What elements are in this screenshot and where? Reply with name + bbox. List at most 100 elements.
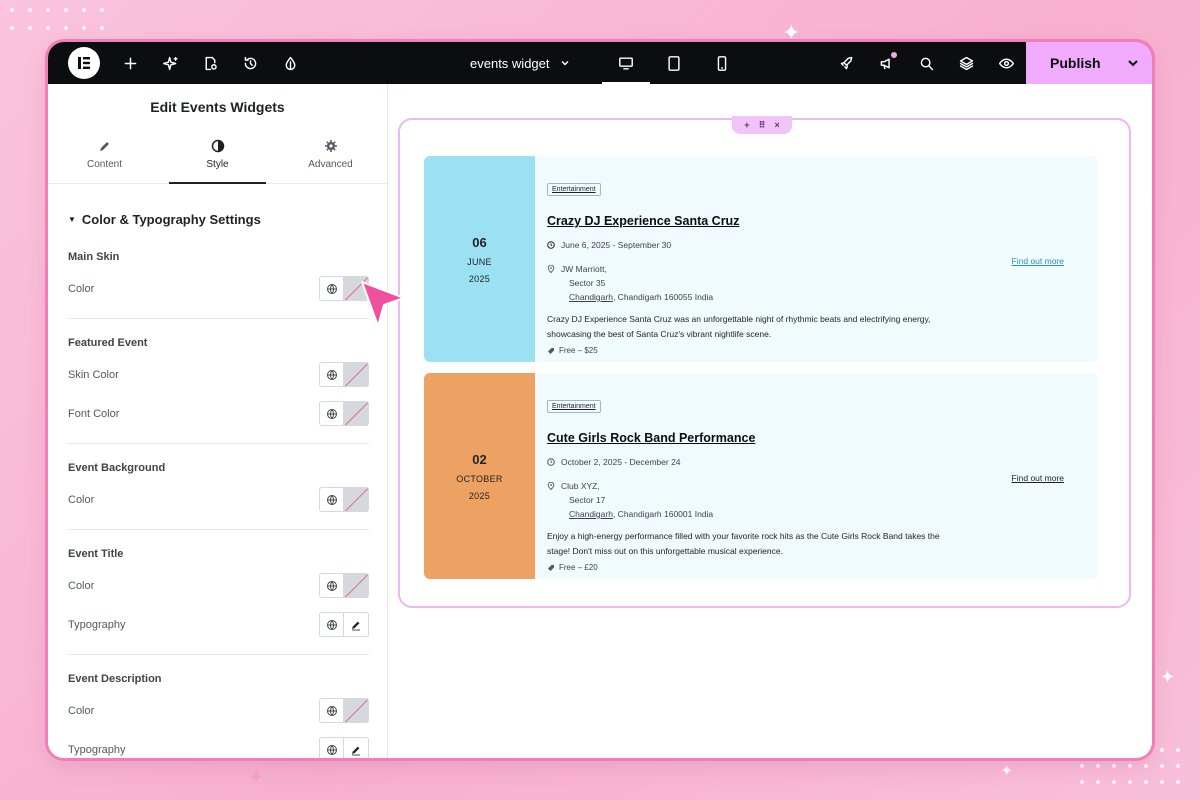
- megaphone-icon[interactable]: [866, 42, 906, 84]
- search-icon[interactable]: [906, 42, 946, 84]
- edit-typography-icon[interactable]: [344, 737, 369, 758]
- event-card[interactable]: 02 OCTOBER 2025 Entertainment Cute Girls…: [424, 373, 1098, 579]
- find-out-more-link[interactable]: Find out more: [1012, 473, 1064, 483]
- plus-icon[interactable]: [110, 42, 150, 84]
- venue-city-link[interactable]: Chandigarh: [569, 292, 613, 302]
- event-body: Entertainment Crazy DJ Experience Santa …: [535, 156, 1098, 362]
- find-out-more-link[interactable]: Find out more: [1012, 256, 1064, 266]
- preview-eye-icon[interactable]: [986, 42, 1026, 84]
- tablet-icon[interactable]: [650, 42, 698, 84]
- section-title: Color & Typography Settings: [81, 212, 261, 227]
- color-picker-swatch[interactable]: [344, 362, 369, 387]
- setting-row: Font Color: [68, 394, 369, 433]
- theme-style-icon[interactable]: [270, 42, 310, 84]
- setting-label: Color: [68, 579, 95, 592]
- setting-label: Typography: [68, 743, 126, 756]
- contrast-icon: [211, 139, 224, 153]
- chevron-down-icon[interactable]: [1126, 56, 1140, 70]
- editor-window: events widget Publish Edit Events Widget…: [48, 42, 1152, 758]
- global-icon[interactable]: [319, 362, 344, 387]
- caret-down-icon: ▼: [68, 215, 76, 224]
- setting-label: Color: [68, 282, 95, 295]
- global-icon[interactable]: [319, 401, 344, 426]
- global-icon[interactable]: [319, 737, 344, 758]
- venue-name: Club XYZ,: [561, 481, 600, 491]
- decorative-dots: [10, 8, 104, 30]
- panel-tabs: Content Style Advanced: [48, 126, 387, 184]
- category-badge[interactable]: Entertainment: [547, 400, 601, 413]
- edit-typography-icon[interactable]: [344, 612, 369, 637]
- global-icon[interactable]: [319, 573, 344, 598]
- price-text: Free – $25: [559, 346, 598, 355]
- group-event-background: Event Background Color: [48, 448, 387, 530]
- cursor-pointer-icon: [361, 281, 405, 327]
- sparkle-icon: ✦: [248, 767, 265, 789]
- setting-label: Skin Color: [68, 368, 119, 381]
- global-icon[interactable]: [319, 276, 344, 301]
- color-picker-swatch[interactable]: [344, 487, 369, 512]
- sparkle-icon: ✦: [1000, 763, 1014, 780]
- location-pin-icon: [547, 265, 555, 273]
- drag-handle-icon[interactable]: ⠿: [758, 120, 765, 131]
- rocket-icon[interactable]: [826, 42, 866, 84]
- setting-label: Typography: [68, 618, 126, 631]
- close-icon[interactable]: ×: [775, 120, 780, 130]
- tab-label: Content: [86, 159, 123, 170]
- layers-icon[interactable]: [946, 42, 986, 84]
- divider: [68, 529, 369, 530]
- setting-row: Color: [68, 269, 369, 308]
- divider: [68, 318, 369, 319]
- tab-label: Advanced: [308, 159, 353, 170]
- group-title: Main Skin: [68, 251, 120, 263]
- venue-street: Sector 35: [569, 278, 606, 288]
- add-element-icon[interactable]: +: [744, 120, 749, 130]
- color-picker-swatch[interactable]: [344, 573, 369, 598]
- tab-content[interactable]: Content: [48, 126, 161, 183]
- top-bar-right: [826, 42, 1026, 84]
- tab-advanced[interactable]: Advanced: [274, 126, 387, 183]
- event-title[interactable]: Crazy DJ Experience Santa Cruz: [547, 214, 1098, 228]
- venue-region: , Chandigarh 160055 India: [612, 292, 714, 302]
- history-icon[interactable]: [230, 42, 270, 84]
- publish-button[interactable]: Publish: [1026, 42, 1152, 84]
- event-title[interactable]: Cute Girls Rock Band Performance: [547, 431, 1098, 445]
- event-dates: October 2, 2025 - December 24: [547, 455, 1098, 469]
- color-picker-swatch[interactable]: [344, 698, 369, 723]
- widget-canvas[interactable]: + ⠿ × 06 JUNE 2025 Entertainment Crazy D…: [398, 116, 1131, 608]
- divider: [68, 443, 369, 444]
- setting-label: Font Color: [68, 407, 120, 420]
- document-title-dropdown[interactable]: events widget: [456, 56, 584, 71]
- notification-dot: [891, 52, 897, 58]
- venue-city-link[interactable]: Chandigarh: [569, 509, 613, 519]
- event-date-range: June 6, 2025 - September 30: [561, 240, 672, 250]
- mobile-icon[interactable]: [698, 42, 746, 84]
- event-location: Club XYZ, Sector 17 Chandigarh, Chandiga…: [547, 479, 1098, 521]
- elementor-logo-icon[interactable]: [68, 47, 100, 79]
- global-icon[interactable]: [319, 612, 344, 637]
- color-picker-swatch[interactable]: [344, 401, 369, 426]
- sparkle-ai-icon[interactable]: [150, 42, 190, 84]
- document-title: events widget: [470, 55, 550, 71]
- category-badge[interactable]: Entertainment: [547, 183, 601, 196]
- event-year: 2025: [468, 273, 491, 284]
- event-day: 06: [472, 234, 487, 250]
- top-bar-left: [48, 42, 310, 84]
- clock-icon: [547, 241, 555, 249]
- settings-panel: Edit Events Widgets Content Style Advanc…: [48, 84, 388, 758]
- divider: [68, 654, 369, 655]
- page-settings-icon[interactable]: [190, 42, 230, 84]
- event-date-block: 06 JUNE 2025: [424, 156, 535, 362]
- setting-row: Typography: [68, 730, 369, 758]
- event-price: Free – $25: [547, 346, 1098, 355]
- price-text: Free – £20: [559, 563, 598, 572]
- section-toggle[interactable]: ▼ Color & Typography Settings: [48, 184, 387, 243]
- tab-style[interactable]: Style: [161, 126, 274, 184]
- event-dates: June 6, 2025 - September 30: [547, 238, 1098, 252]
- global-icon[interactable]: [319, 698, 344, 723]
- sparkle-icon: ✦: [1160, 667, 1176, 687]
- event-date-block: 02 OCTOBER 2025: [424, 373, 535, 579]
- desktop-icon[interactable]: [601, 42, 650, 84]
- sparkle-icon: ✦: [782, 20, 801, 45]
- global-icon[interactable]: [319, 487, 344, 512]
- event-card[interactable]: 06 JUNE 2025 Entertainment Crazy DJ Expe…: [424, 156, 1098, 362]
